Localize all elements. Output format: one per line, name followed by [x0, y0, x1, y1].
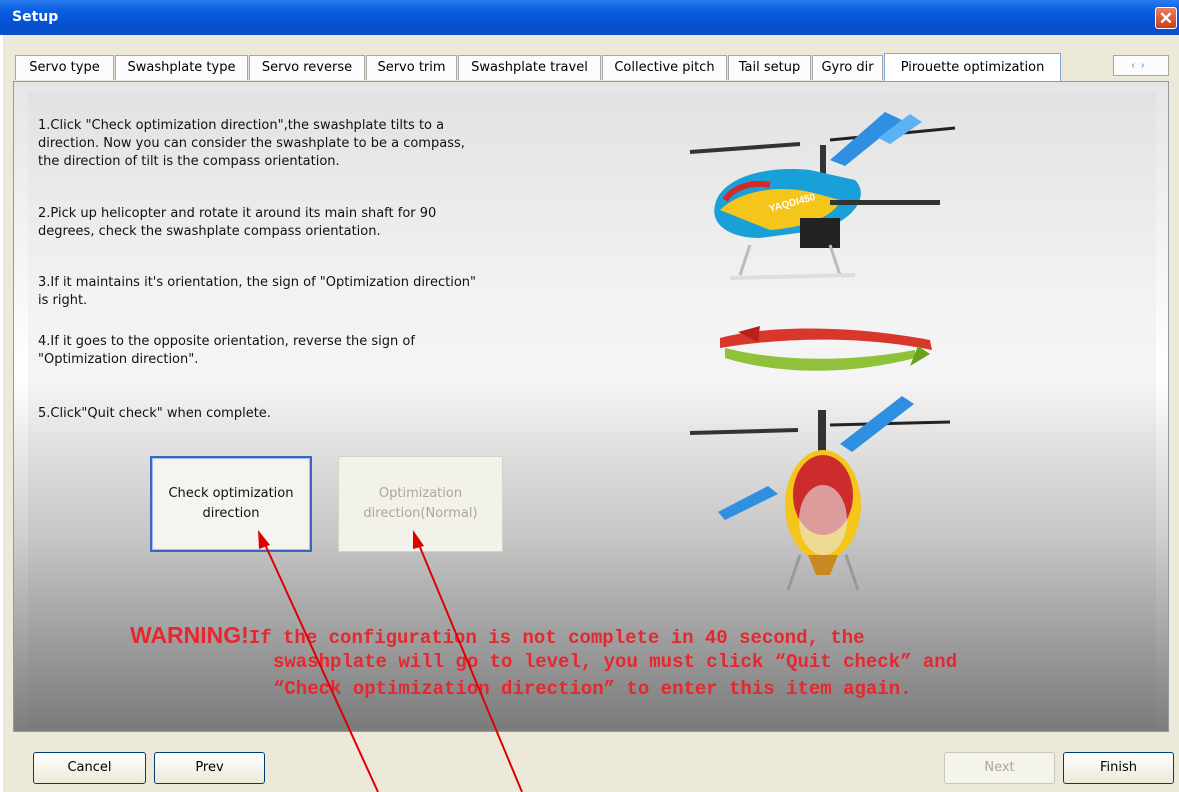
- helicopter-side-view: YAQDI450: [689, 112, 956, 280]
- instruction-text: 5.Click"Quit check" when complete.: [38, 406, 271, 421]
- helicopter-front-view: [689, 396, 951, 591]
- tab-servo-type[interactable]: Servo type: [15, 55, 114, 80]
- window-title: Setup: [12, 9, 59, 25]
- warning-line-1: If the configuration is not complete in …: [248, 627, 865, 649]
- title-bar[interactable]: Setup ✕: [0, 0, 1179, 35]
- instruction-step-4: 4.If it goes to the opposite orientation…: [38, 333, 538, 369]
- prev-button[interactable]: Prev: [154, 752, 265, 784]
- chevron-right-icon[interactable]: ›: [1141, 60, 1150, 71]
- warning-message: WARNING!If the configuration is not comp…: [130, 622, 957, 700]
- chevron-left-icon[interactable]: ‹: [1132, 60, 1141, 71]
- tab-collective-pitch[interactable]: Collective pitch: [602, 55, 727, 80]
- instruction-step-3: 3.If it maintains it's orientation, the …: [38, 274, 538, 310]
- instruction-text: degrees, check the swashplate compass or…: [38, 224, 381, 239]
- instruction-text: the direction of tilt is the compass ori…: [38, 154, 340, 169]
- tab-swashplate-travel[interactable]: Swashplate travel: [458, 55, 601, 80]
- instruction-step-2: 2.Pick up helicopter and rotate it aroun…: [38, 205, 538, 241]
- tab-gyro-dir[interactable]: Gyro dir: [812, 55, 883, 80]
- button-label: direction: [202, 506, 260, 521]
- button-label: Check optimization: [168, 486, 294, 501]
- check-optimization-direction-button[interactable]: Check optimization direction: [150, 456, 312, 552]
- tab-tail-setup[interactable]: Tail setup: [728, 55, 811, 80]
- warning-line-2: swashplate will go to level, you must cl…: [273, 651, 958, 673]
- warning-heading: WARNING!: [130, 622, 249, 648]
- instruction-text: direction. Now you can consider the swas…: [38, 136, 465, 151]
- instruction-text: 1.Click "Check optimization direction",t…: [38, 118, 445, 133]
- rotation-arrows-icon: [720, 326, 932, 371]
- instruction-step-5: 5.Click"Quit check" when complete.: [38, 405, 538, 423]
- close-icon: ✕: [1158, 9, 1174, 28]
- tab-servo-trim[interactable]: Servo trim: [366, 55, 457, 80]
- button-label: Optimization: [378, 486, 463, 501]
- instruction-text: 3.If it maintains it's orientation, the …: [38, 275, 477, 290]
- tab-swashplate-type[interactable]: Swashplate type: [115, 55, 248, 80]
- close-button[interactable]: ✕: [1155, 7, 1177, 29]
- instruction-text: 2.Pick up helicopter and rotate it aroun…: [38, 206, 437, 221]
- instruction-text: is right.: [38, 293, 88, 308]
- warning-line-3: “Check optimization direction” to enter …: [273, 678, 912, 700]
- button-label: direction(Normal): [363, 506, 478, 521]
- optimization-direction-button[interactable]: Optimization direction(Normal): [338, 456, 503, 552]
- tab-pirouette-optimization[interactable]: Pirouette optimization: [884, 53, 1061, 81]
- helicopter-illustration: YAQDI450: [689, 112, 956, 591]
- next-button[interactable]: Next: [944, 752, 1055, 784]
- instruction-text: "Optimization direction".: [38, 352, 199, 367]
- cancel-button[interactable]: Cancel: [33, 752, 146, 784]
- instruction-text: 4.If it goes to the opposite orientation…: [38, 334, 415, 349]
- setup-window: Setup ✕ Servo type Swashplate type Servo…: [0, 0, 1179, 792]
- tab-scroll-arrows[interactable]: ‹›: [1113, 55, 1169, 76]
- instruction-step-1: 1.Click "Check optimization direction",t…: [38, 117, 538, 171]
- finish-button[interactable]: Finish: [1063, 752, 1174, 784]
- tab-servo-reverse[interactable]: Servo reverse: [249, 55, 365, 80]
